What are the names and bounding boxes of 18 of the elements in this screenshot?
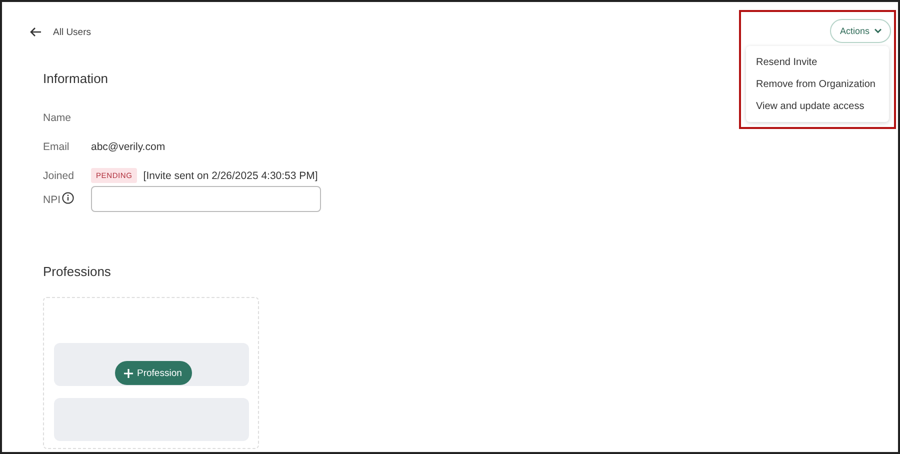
npi-input-field[interactable] [91,186,321,212]
menu-item[interactable]: View and update access [746,95,889,117]
back-arrow-icon [30,27,42,37]
field-label: Name [43,112,72,124]
section-title: Professions [43,264,111,280]
field-label: Joined [43,170,74,182]
back-link[interactable]: All Users [30,26,92,38]
menu-item[interactable]: Remove from Organization [746,73,889,95]
add-profession-button[interactable]: Profession [115,361,192,385]
field-label: Email [43,140,70,152]
menu-item[interactable]: Resend Invite [746,51,889,73]
chevron-icon [874,28,882,34]
section-title: Information [43,71,108,87]
field-value: abc@verily.com [91,140,166,152]
field-label: NPI [43,194,61,206]
plus-icon [124,368,133,378]
field-value: [Invite sent on 2/26/2025 4:30:53 PM] [143,170,318,182]
actions-button[interactable]: Actions [830,19,891,43]
